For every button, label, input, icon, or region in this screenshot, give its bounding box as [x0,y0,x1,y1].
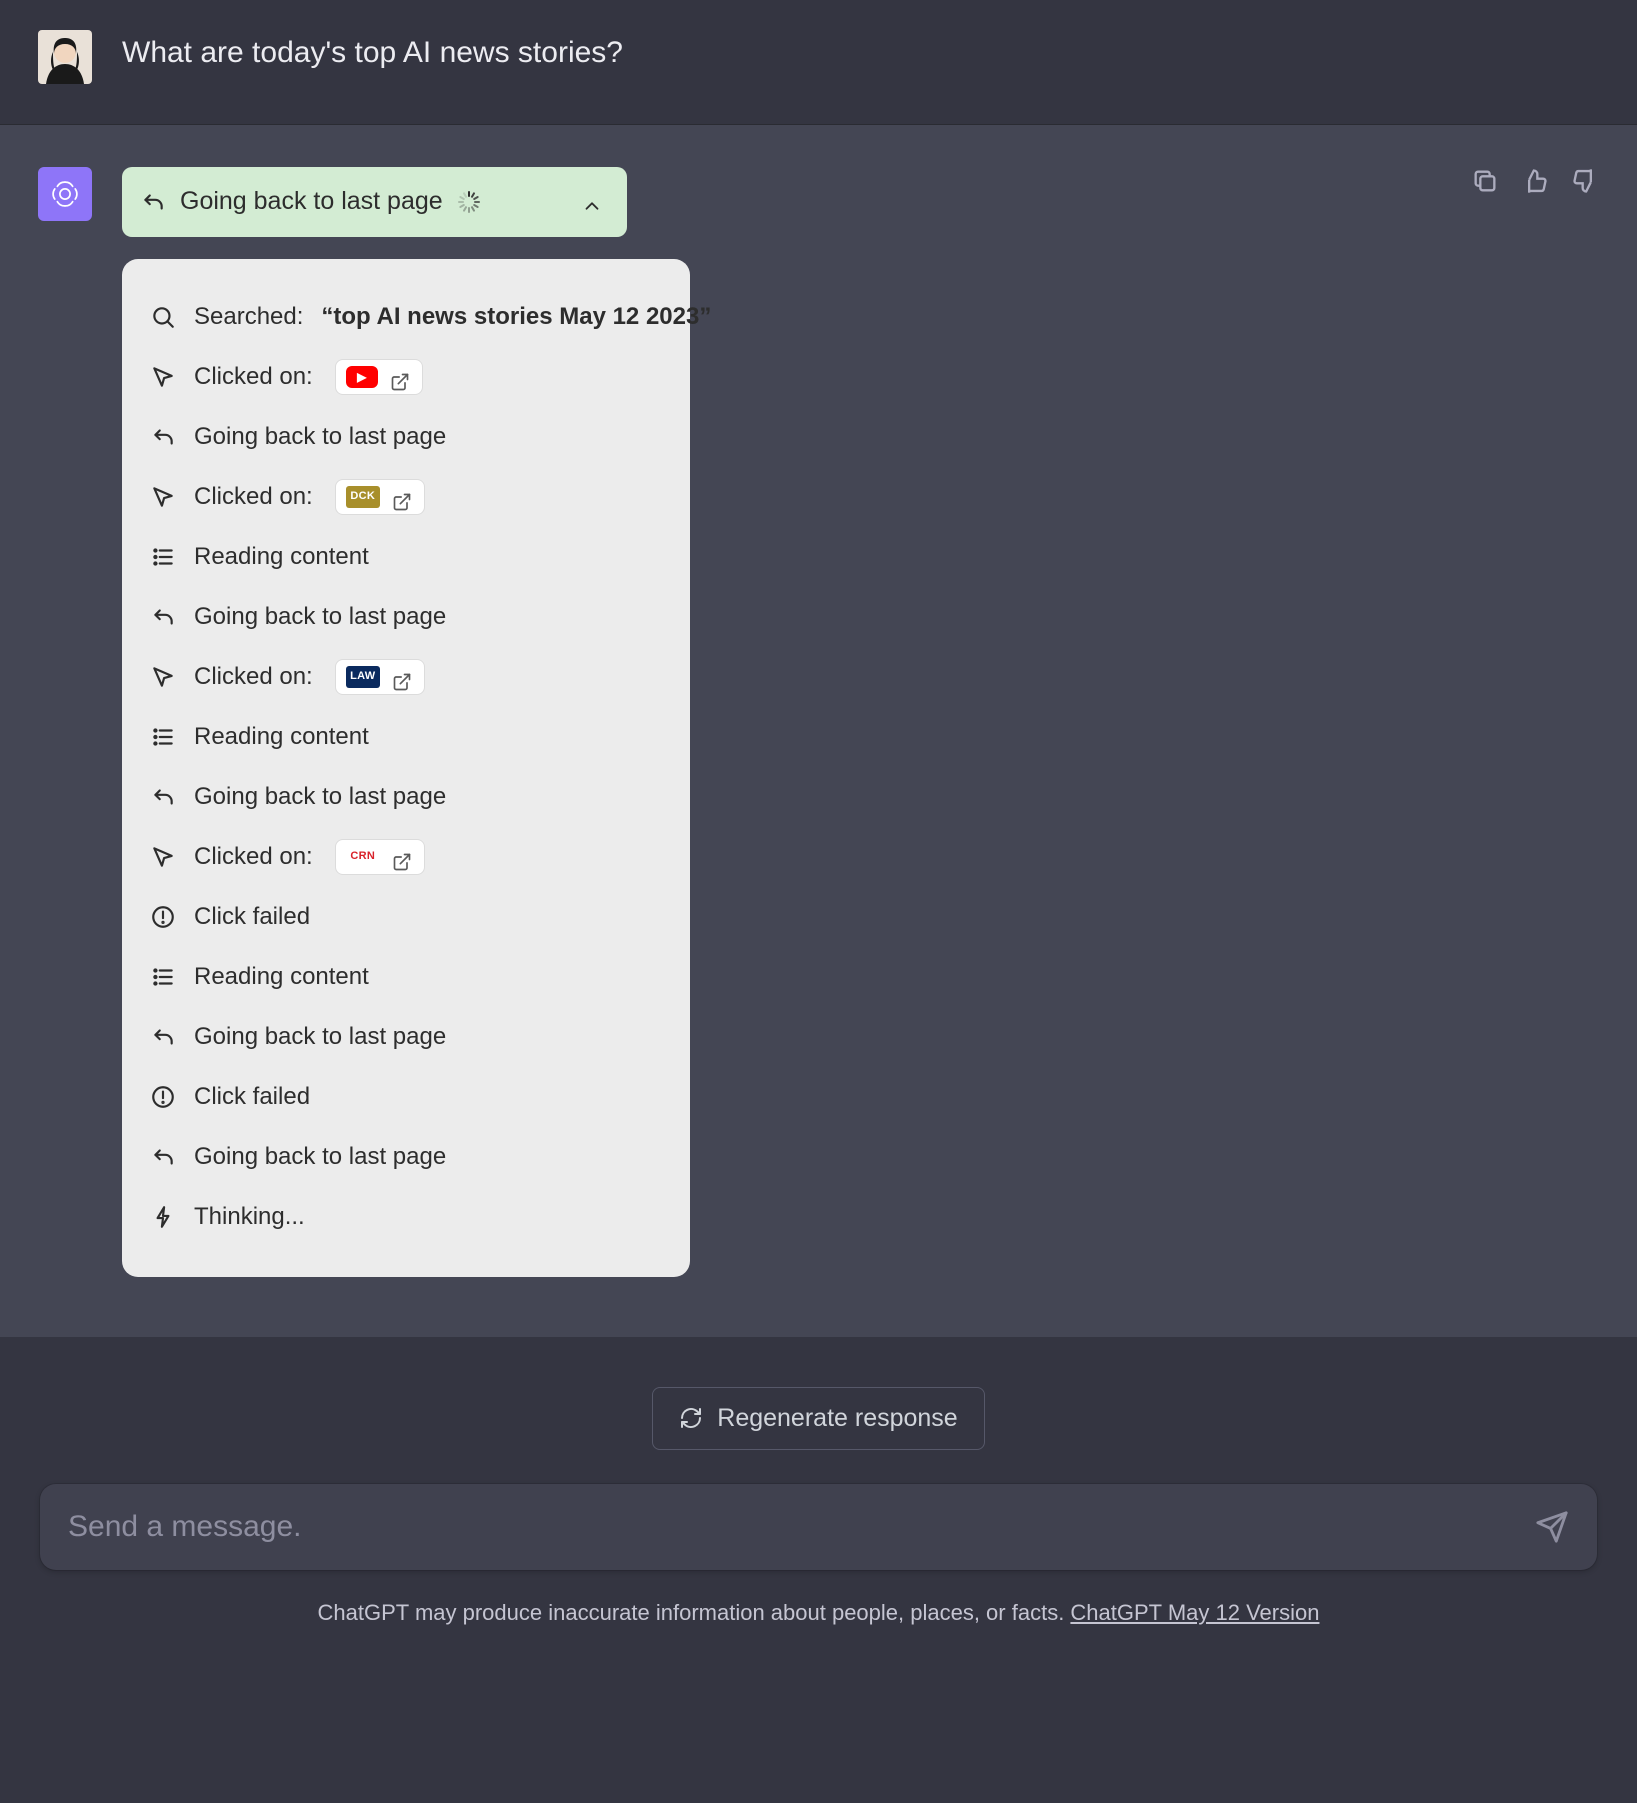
user-message-row: What are today's top AI news stories? [0,0,1637,124]
site-chip-dck[interactable]: DCK [335,479,425,515]
back-icon [150,784,176,810]
step-label: Reading content [194,959,369,995]
step-click: Clicked on: LAW [150,647,662,707]
step-label: Going back to last page [194,599,446,635]
step-label: Click failed [194,899,310,935]
step-read: Reading content [150,527,662,587]
site-chip-youtube[interactable]: ▶ [335,359,423,395]
click-icon [150,664,176,690]
browsing-status-text: Going back to last page [180,183,443,221]
back-icon [150,604,176,630]
fail-icon [150,904,176,930]
message-input-bar[interactable] [40,1484,1597,1570]
composer-area: Regenerate response ChatGPT may produce … [0,1337,1637,1659]
browsing-status-pill[interactable]: Going back to last page [122,167,627,237]
thumbs-up-button[interactable] [1521,167,1549,195]
feedback-icons [1471,167,1599,195]
step-label: Clicked on: [194,659,313,695]
step-query: “top AI news stories May 12 2023” [321,299,711,335]
fail-icon [150,1084,176,1110]
spinner-icon [457,191,479,213]
step-label: Going back to last page [194,1019,446,1055]
regenerate-button[interactable]: Regenerate response [652,1387,984,1450]
step-fail: Click failed [150,1067,662,1127]
user-prompt-text: What are today's top AI news stories? [122,30,623,75]
browsing-steps-panel: Searched: “top AI news stories May 12 20… [122,259,690,1277]
step-back: Going back to last page [150,407,662,467]
step-label: Click failed [194,1079,310,1115]
step-label: Clicked on: [194,359,313,395]
step-label: Searched: [194,299,303,335]
read-icon [150,964,176,990]
back-icon [150,424,176,450]
step-label: Clicked on: [194,839,313,875]
external-link-icon [392,847,412,867]
step-back: Going back to last page [150,587,662,647]
step-label: Reading content [194,719,369,755]
version-link[interactable]: ChatGPT May 12 Version [1070,1600,1319,1625]
chevron-up-icon [581,191,603,213]
message-input[interactable] [68,1510,1535,1544]
regenerate-label: Regenerate response [717,1404,957,1433]
back-icon [150,1024,176,1050]
step-label: Clicked on: [194,479,313,515]
disclaimer-text: ChatGPT may produce inaccurate informati… [318,1600,1071,1625]
read-icon [150,724,176,750]
search-icon [150,304,176,330]
read-icon [150,544,176,570]
site-chip-law[interactable]: LAW [335,659,425,695]
external-link-icon [392,667,412,687]
back-arrow-icon [140,189,166,215]
step-fail: Click failed [150,887,662,947]
step-label: Going back to last page [194,1139,446,1175]
step-search: Searched: “top AI news stories May 12 20… [150,287,662,347]
step-label: Going back to last page [194,419,446,455]
step-click: Clicked on: CRN [150,827,662,887]
step-read: Reading content [150,947,662,1007]
step-back: Going back to last page [150,1127,662,1187]
send-button[interactable] [1535,1510,1569,1544]
step-click: Clicked on: DCK [150,467,662,527]
click-icon [150,484,176,510]
step-back: Going back to last page [150,1007,662,1067]
user-avatar [38,30,92,84]
footer-note: ChatGPT may produce inaccurate informati… [40,1596,1597,1629]
step-think: Thinking... [150,1187,662,1247]
step-read: Reading content [150,707,662,767]
back-icon [150,1144,176,1170]
click-icon [150,364,176,390]
assistant-avatar [38,167,92,221]
click-icon [150,844,176,870]
site-chip-crn[interactable]: CRN [335,839,425,875]
assistant-message-row: Going back to last page [0,125,1637,1337]
external-link-icon [392,487,412,507]
external-link-icon [390,367,410,387]
step-label: Going back to last page [194,779,446,815]
copy-button[interactable] [1471,167,1499,195]
step-label: Reading content [194,539,369,575]
step-click: Clicked on: ▶ [150,347,662,407]
step-back: Going back to last page [150,767,662,827]
step-label: Thinking... [194,1199,305,1235]
think-icon [150,1204,176,1230]
thumbs-down-button[interactable] [1571,167,1599,195]
